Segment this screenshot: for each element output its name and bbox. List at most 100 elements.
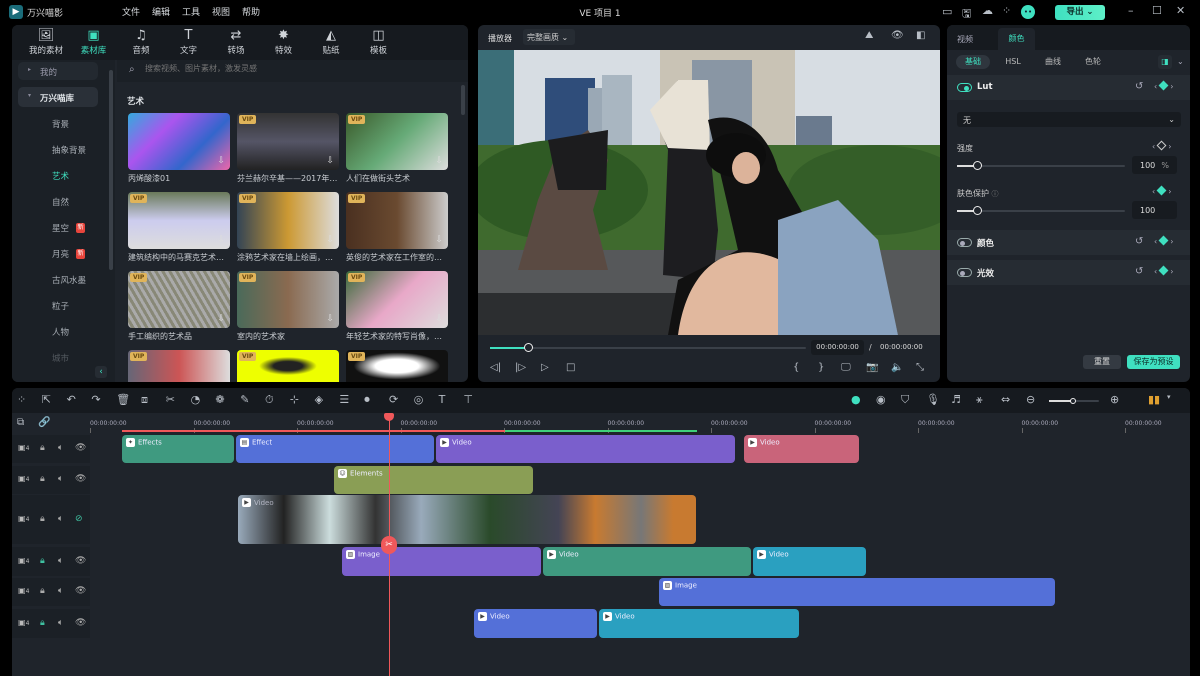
subtab-3[interactable]: 色轮 — [1076, 55, 1110, 69]
media-item[interactable]: VIP ⇩ 人们在做街头艺术 — [346, 113, 448, 188]
slider-handle[interactable] — [973, 206, 983, 215]
download-icon[interactable]: ⇩ — [326, 235, 334, 245]
undo-icon[interactable]: ↶ — [67, 393, 76, 406]
media-item[interactable]: VIP — [237, 350, 339, 382]
volume-icon[interactable]: 🔈︎ — [58, 556, 63, 566]
compare-view-icon[interactable]: ◨ — [1158, 55, 1172, 69]
timeline-clip[interactable]: ✦ Effects — [122, 435, 234, 463]
timeline-clip[interactable]: ▶ Video — [474, 609, 597, 638]
microphone-icon[interactable]: 🎙 — [926, 393, 940, 406]
volume-icon[interactable]: 🔈 — [891, 362, 903, 373]
tab-template[interactable]: ◫ 模板 — [354, 28, 404, 56]
lock-icon[interactable]: 🔒︎ — [40, 556, 45, 566]
layout-icon[interactable]: ▭ — [942, 5, 952, 18]
media-thumbnail[interactable]: VIP — [128, 350, 230, 382]
reset-icon[interactable]: ↺ — [1135, 236, 1143, 247]
download-icon[interactable]: ⇩ — [435, 156, 443, 166]
timer-icon[interactable]: ⏱ — [265, 393, 274, 407]
intensity-slider[interactable] — [957, 161, 1125, 170]
tab-text[interactable]: T 文字 — [164, 28, 214, 56]
media-thumbnail[interactable]: VIP ⇩ — [128, 271, 230, 328]
reset-icon[interactable]: ↺ — [1135, 81, 1143, 92]
snapshot-camera-icon[interactable]: 📷 — [866, 362, 878, 373]
media-item[interactable]: VIP ⇩ 手工编织的艺术品 — [128, 271, 230, 346]
sidebar-item[interactable]: 星空 — [52, 222, 69, 234]
waveform-image-icon[interactable]: ⛰ — [865, 30, 873, 41]
text-tool-icon[interactable]: T — [439, 393, 446, 406]
media-thumbnail[interactable]: VIP — [237, 350, 339, 382]
sidebar-scrollbar[interactable] — [109, 70, 113, 270]
edit-icon[interactable]: ✎ — [240, 393, 249, 406]
save-icon[interactable]: 🖫 — [962, 5, 971, 24]
media-thumbnail[interactable]: VIP — [346, 350, 448, 382]
volume-icon[interactable]: 🔈︎ — [58, 514, 63, 524]
unlock-icon[interactable]: 🔒︎ — [40, 474, 45, 484]
timeline-clip[interactable]: ▨ Image — [659, 578, 1055, 606]
audio-list-icon[interactable]: ♬ — [951, 393, 961, 406]
record-icon[interactable]: ⏺ — [364, 393, 370, 407]
lock-icon[interactable]: 🔒︎ — [40, 618, 45, 628]
eye-icon[interactable]: 👁 — [891, 30, 904, 41]
play-icon[interactable]: ▷ — [541, 362, 549, 373]
redo-icon[interactable]: ↷ — [91, 393, 100, 406]
skin-protect-slider[interactable] — [957, 206, 1125, 215]
tab-video[interactable]: 视频 — [957, 34, 973, 45]
lut-toggle[interactable] — [957, 83, 972, 92]
quality-dropdown[interactable]: 完整画质 ⌄ — [523, 29, 575, 45]
sidebar-item[interactable]: 艺术 — [52, 170, 69, 182]
volume-icon[interactable]: 🔈︎ — [58, 618, 63, 628]
media-item[interactable]: VIP — [128, 350, 230, 382]
collapse-sidebar-button[interactable]: ‹ — [95, 366, 107, 378]
minimize-icon[interactable]: – — [1128, 4, 1134, 17]
sidebar-item[interactable]: 月亮 — [52, 248, 69, 260]
eye-icon[interactable]: 👁︎ — [75, 586, 86, 596]
sidebar-item[interactable]: 自然 — [52, 196, 69, 208]
keyframe-icon[interactable]: ◈ — [315, 393, 323, 406]
media-thumbnail[interactable]: VIP ⇩ — [128, 192, 230, 249]
slider-handle[interactable] — [973, 161, 983, 170]
media-thumbnail[interactable]: VIP ⇩ — [346, 192, 448, 249]
eye-off-icon[interactable]: ⊘ — [75, 514, 83, 524]
tab-stock-library[interactable]: ▣ 素材库 — [69, 28, 119, 56]
keyframe-control[interactable]: ‹ › — [1154, 235, 1173, 246]
media-item[interactable]: ⇩ 丙烯酸漆01 — [128, 113, 230, 188]
media-item[interactable]: VIP ⇩ 芬兰赫尔辛基——2017年1... — [237, 113, 339, 188]
cut-icon[interactable]: ✂ — [166, 393, 175, 406]
compare-icon[interactable]: ◧ — [916, 30, 925, 41]
tab-color[interactable]: 颜色 — [998, 28, 1035, 50]
subtab-2[interactable]: 曲线 — [1036, 55, 1070, 69]
focus-icon[interactable]: ⊹ — [290, 393, 299, 406]
media-thumbnail[interactable]: ⇩ — [128, 113, 230, 170]
sidebar-group-mine[interactable]: ▸ 我的 — [18, 62, 98, 80]
audio-meter-icon[interactable]: ▮▮ — [1148, 393, 1160, 406]
media-thumbnail[interactable]: VIP ⇩ — [346, 113, 448, 170]
rotate-icon[interactable]: ⟳ — [389, 393, 398, 406]
volume-icon[interactable]: 🔈︎ — [58, 443, 63, 453]
lut-preset-dropdown[interactable]: 无 ⌄ — [957, 112, 1181, 127]
export-button[interactable]: 导出 ⌄ — [1055, 5, 1105, 20]
chevron-down-icon[interactable]: ⌄ — [1177, 57, 1184, 66]
tab-transition[interactable]: ⇄ 转场 — [211, 28, 261, 56]
zoom-out-icon[interactable]: ⊖ — [1026, 393, 1035, 406]
playback-scrubber[interactable] — [490, 343, 806, 352]
sidebar-item[interactable]: 城市 — [52, 352, 69, 364]
video-preview[interactable] — [478, 50, 940, 335]
volume-icon[interactable]: 🔈︎ — [58, 474, 63, 484]
reset-button[interactable]: 重置 — [1083, 355, 1121, 369]
maximize-icon[interactable]: ☐ — [1152, 4, 1162, 17]
search-bar[interactable]: ⌕ — [117, 60, 468, 82]
split-scissors-icon[interactable]: ✂ — [381, 536, 397, 554]
subtab-0[interactable]: 基础 — [956, 55, 990, 69]
adjust-icon[interactable]: ☰ — [339, 393, 349, 406]
select-tool-icon[interactable]: ⇱ — [42, 393, 51, 406]
color-toggle[interactable] — [957, 238, 972, 247]
timeline-clip[interactable]: ☺ Elements — [334, 466, 533, 494]
close-icon[interactable]: ✕ — [1176, 4, 1185, 17]
timeline-zoom-slider[interactable] — [1049, 398, 1099, 404]
reset-icon[interactable]: ↺ — [1135, 266, 1143, 277]
eye-icon[interactable]: 👁︎ — [75, 474, 86, 484]
timeline-clip[interactable]: ▶ Video — [753, 547, 866, 576]
media-item[interactable]: VIP ⇩ 室内的艺术家 — [237, 271, 339, 346]
keyframe-control[interactable]: ‹ › — [1154, 265, 1173, 276]
ai-avatar-icon[interactable]: ● — [851, 393, 861, 406]
